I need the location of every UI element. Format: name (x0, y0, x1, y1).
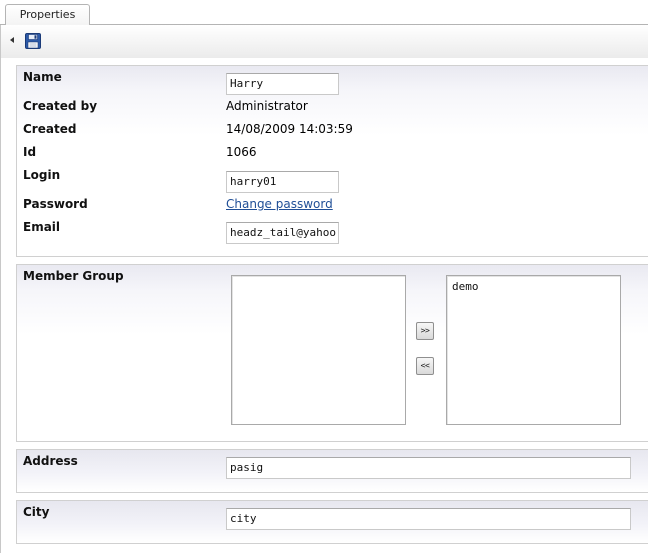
city-panel: City city (16, 500, 648, 544)
assigned-groups-listbox[interactable]: demo (446, 275, 621, 425)
id-label: Id (23, 145, 37, 159)
member-details-panel: Name Harry Created by Administrator Crea… (16, 65, 648, 257)
assigned-group-item[interactable]: demo (452, 280, 615, 293)
add-group-button[interactable]: >> (416, 322, 434, 340)
created-by-label: Created by (23, 99, 98, 113)
member-group-panel: Member Group >> << demo (16, 264, 648, 442)
name-input[interactable]: Harry (226, 73, 339, 95)
change-password-link[interactable]: Change password (226, 197, 333, 211)
email-input[interactable]: headz_tail@yahoo.com (226, 222, 339, 244)
collapse-arrow-icon[interactable] (10, 37, 14, 43)
tab-properties[interactable]: Properties (5, 4, 90, 26)
toolbar (0, 25, 648, 58)
login-input[interactable]: harry01 (226, 171, 339, 193)
floppy-disk-icon[interactable] (25, 33, 41, 49)
available-groups-listbox[interactable] (231, 275, 406, 425)
address-label: Address (23, 454, 78, 468)
address-panel: Address pasig (16, 449, 648, 493)
created-value: 14/08/2009 14:03:59 (226, 122, 353, 136)
city-label: City (23, 505, 50, 519)
remove-group-button[interactable]: << (416, 357, 434, 375)
name-label: Name (23, 70, 62, 84)
created-by-value: Administrator (226, 99, 308, 113)
member-group-label: Member Group (23, 269, 124, 283)
city-input[interactable]: city (226, 508, 631, 530)
created-label: Created (23, 122, 77, 136)
email-label: Email (23, 220, 61, 234)
password-label: Password (23, 197, 88, 211)
tab-strip: Properties (0, 0, 648, 26)
id-value: 1066 (226, 145, 257, 159)
login-label: Login (23, 168, 61, 182)
address-input[interactable]: pasig (226, 457, 631, 479)
properties-content: Name Harry Created by Administrator Crea… (0, 58, 648, 553)
